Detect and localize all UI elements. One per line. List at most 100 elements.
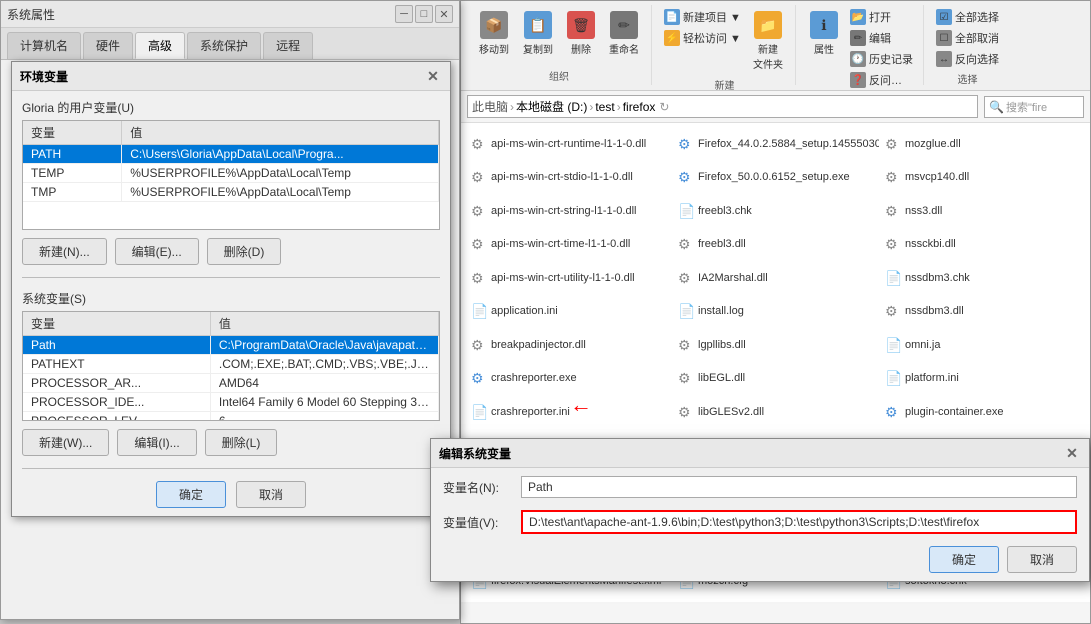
sys-var-row[interactable]: PROCESSOR_IDE...Intel64 Family 6 Model 6… — [23, 393, 439, 412]
search-box[interactable]: 🔍 搜索"fire — [984, 96, 1084, 118]
edit-modal-close[interactable]: ✕ — [1063, 444, 1081, 462]
edit-ok-btn[interactable]: 确定 — [929, 546, 999, 573]
history-icon: 🕐 — [850, 51, 866, 67]
address-sep1: › — [510, 100, 514, 114]
user-new-btn[interactable]: 新建(N)... — [22, 238, 107, 265]
tab-hardware[interactable]: 硬件 — [83, 32, 133, 59]
file-item[interactable]: ⚙ lgpllibs.dll — [672, 328, 879, 362]
file-item[interactable]: ⚙api-ms-win-crt-time-l1-1-0.dll — [465, 228, 672, 262]
address-bar[interactable]: 此电脑 › 本地磁盘 (D:) › test › firefox ↻ — [467, 95, 978, 118]
file-item[interactable]: 📄freebl3.chk — [672, 194, 879, 228]
file-item[interactable]: ⚙libGLESv2.dll — [672, 395, 879, 429]
file-item[interactable]: ⚙api-ms-win-crt-utility-l1-1-0.dll — [465, 261, 672, 295]
tab-computername[interactable]: 计算机名 — [7, 32, 81, 59]
ribbon-move-btn[interactable]: 📦 移动到 — [473, 7, 515, 60]
ribbon-edit-btn[interactable]: ✏ 编辑 — [846, 28, 917, 48]
file-item[interactable]: ⚙crashreporter.exe — [465, 362, 672, 396]
sys-var-row[interactable]: PROCESSOR_AR...AMD64 — [23, 374, 439, 393]
file-item[interactable]: 📄install.log — [672, 295, 879, 329]
user-delete-btn[interactable]: 删除(D) — [207, 238, 282, 265]
move-icon: 📦 — [480, 11, 508, 39]
file-item[interactable]: ⚙msvcp140.dll — [879, 161, 1086, 195]
close-btn[interactable]: ✕ — [435, 5, 453, 23]
sys-var-row[interactable]: PathC:\ProgramData\Oracle\Java\javapath;… — [23, 336, 439, 355]
ribbon-open-btn[interactable]: 📂 打开 — [846, 7, 917, 27]
ribbon-properties-btn[interactable]: ℹ 属性 — [804, 7, 844, 60]
env-cancel-btn[interactable]: 取消 — [236, 481, 306, 508]
dll-icon: ⚙ — [885, 303, 901, 319]
file-item[interactable]: 📄platform.ini — [879, 362, 1086, 396]
user-val-cell: %USERPROFILE%\AppData\Local\Temp — [122, 183, 439, 202]
dll-icon: ⚙ — [471, 169, 487, 185]
file-item[interactable]: ⚙api-ms-win-crt-runtime-l1-1-0.dll — [465, 127, 672, 161]
edit-cancel-btn[interactable]: 取消 — [1007, 546, 1077, 573]
file-item[interactable]: ⚙Firefox_44.0.2.5884_setup.1455503094.ex… — [672, 127, 879, 161]
file-name: nssckbi.dll — [905, 238, 956, 250]
sys-delete-btn[interactable]: 删除(L) — [205, 429, 278, 456]
user-var-row[interactable]: TEMP%USERPROFILE%\AppData\Local\Temp — [23, 164, 439, 183]
file-item[interactable]: ⚙nss3.dll — [879, 194, 1086, 228]
sys-vars-table-container: 变量 值 PathC:\ProgramData\Oracle\Java\java… — [22, 311, 440, 421]
ribbon-history-label: 历史记录 — [869, 51, 913, 67]
file-item[interactable]: ⚙mozglue.dll — [879, 127, 1086, 161]
properties-icon: ℹ — [810, 11, 838, 39]
sys-props-window: 系统属性 ─ □ ✕ 计算机名 硬件 高级 系统保护 远程 环境变量 ✕ Glo… — [0, 0, 460, 620]
file-item[interactable]: ⚙Firefox_50.0.0.6152_setup.exe — [672, 161, 879, 195]
file-item[interactable]: ⚙breakpadinjector.dll — [465, 328, 672, 362]
ribbon-copy-btn[interactable]: 📋 复制到 — [517, 7, 559, 60]
ribbon-history-btn[interactable]: 🕐 历史记录 — [846, 49, 917, 69]
minimize-btn[interactable]: ─ — [395, 5, 413, 23]
ribbon-new-folder-btn[interactable]: 📁 新建文件夹 — [747, 7, 789, 75]
file-item[interactable]: ⚙freebl3.dll — [672, 228, 879, 262]
ribbon-group-open: ℹ 属性 📂 打开 ✏ 编辑 🕐 — [798, 5, 924, 85]
file-item[interactable]: ⚙IA2Marshal.dll — [672, 261, 879, 295]
maximize-btn[interactable]: □ — [415, 5, 433, 23]
ribbon-deselect-all-btn[interactable]: ☐ 全部取消 — [932, 28, 1003, 48]
file-item[interactable]: ⚙nssdbm3.dll — [879, 295, 1086, 329]
ribbon-new-item-btn[interactable]: 📄 新建项目 ▼ — [660, 7, 745, 27]
edit-value-row: 变量值(V): — [431, 502, 1089, 538]
tab-sysprotect[interactable]: 系统保护 — [187, 32, 261, 59]
tab-remote[interactable]: 远程 — [263, 32, 313, 59]
user-var-row[interactable]: TMP%USERPROFILE%\AppData\Local\Temp — [23, 183, 439, 202]
dll-icon: ⚙ — [885, 203, 901, 219]
ribbon-invert-btn[interactable]: ↔ 反向选择 — [932, 49, 1003, 69]
env-ok-btn[interactable]: 确定 — [156, 481, 226, 508]
sys-new-btn[interactable]: 新建(W)... — [22, 429, 109, 456]
edit-icon: ✏ — [850, 30, 866, 46]
edit-value-input[interactable] — [521, 510, 1077, 534]
exe-icon: ⚙ — [471, 370, 487, 386]
file-item[interactable]: 📄omni.ja — [879, 328, 1086, 362]
user-edit-btn[interactable]: 编辑(E)... — [115, 238, 199, 265]
ribbon-easy-access-btn[interactable]: ⚡ 轻松访问 ▼ — [660, 28, 745, 48]
file-item[interactable]: 📄application.ini — [465, 295, 672, 329]
ribbon-delete-btn[interactable]: 🗑 删除 — [561, 7, 601, 60]
ribbon-select-all-btn[interactable]: ☑ 全部选择 — [932, 7, 1003, 27]
file-item[interactable]: ⚙api-ms-win-crt-string-l1-1-0.dll — [465, 194, 672, 228]
copy-icon: 📋 — [524, 11, 552, 39]
user-var-row[interactable]: PATHC:\Users\Gloria\AppData\Local\Progra… — [23, 145, 439, 164]
edit-name-input[interactable] — [521, 476, 1077, 498]
file-item[interactable]: ⚙plugin-container.exe — [879, 395, 1086, 429]
sys-var-row[interactable]: PROCESSOR_LEV...6 — [23, 412, 439, 422]
sys-var-row[interactable]: PATHEXT.COM;.EXE;.BAT;.CMD;.VBS;.VBE;.JS… — [23, 355, 439, 374]
ribbon-reflect-btn[interactable]: ❓ 反问… — [846, 70, 917, 90]
env-modal-close[interactable]: ✕ — [424, 67, 442, 85]
file-item[interactable]: ⚙libEGL.dll — [672, 362, 879, 396]
address-refresh-icon[interactable]: ↻ — [659, 100, 669, 114]
dll-icon: ⚙ — [678, 337, 694, 353]
ribbon-rename-btn[interactable]: ✏ 重命名 — [603, 7, 645, 60]
file-name: lgpllibs.dll — [698, 339, 746, 351]
file-name: omni.ja — [905, 339, 940, 351]
ribbon: 📦 移动到 📋 复制到 🗑 删除 ✏ 重命名 — [461, 1, 1090, 91]
file-item[interactable]: 📄crashreporter.ini — [465, 395, 672, 429]
file-item[interactable]: ⚙api-ms-win-crt-stdio-l1-1-0.dll — [465, 161, 672, 195]
sys-btns-row: 新建(W)... 编辑(I)... 删除(L) — [12, 421, 450, 464]
file-item[interactable]: ⚙nssckbi.dll — [879, 228, 1086, 262]
file-name: freebl3.dll — [698, 238, 746, 250]
tab-advanced[interactable]: 高级 — [135, 32, 185, 59]
ribbon-select-group-label: 选择 — [957, 71, 977, 86]
sys-edit-btn[interactable]: 编辑(I)... — [117, 429, 196, 456]
file-item[interactable]: 📄nssdbm3.chk — [879, 261, 1086, 295]
ribbon-organize-group-label: 组织 — [549, 68, 569, 83]
